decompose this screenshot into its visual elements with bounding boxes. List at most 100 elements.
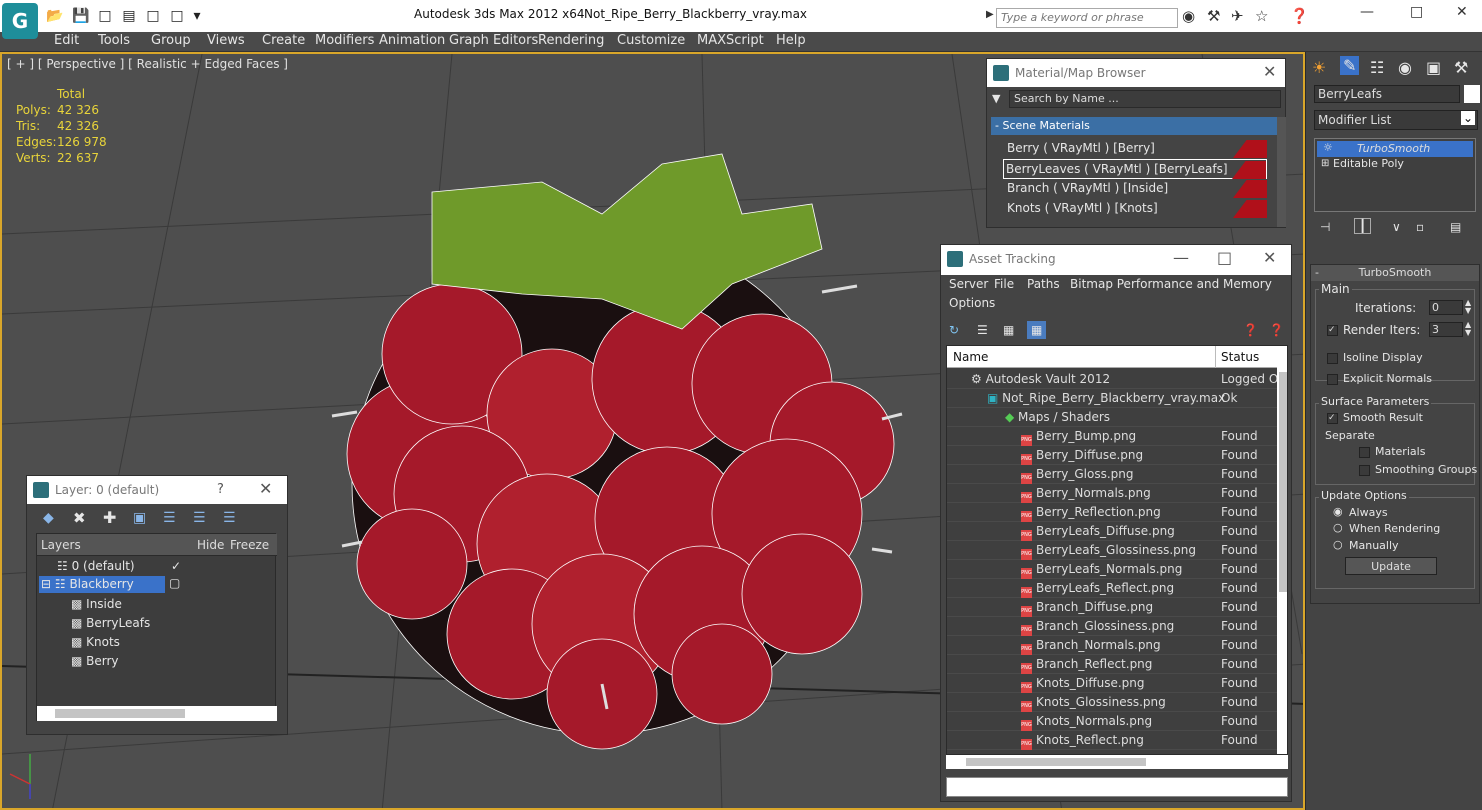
tools-icon[interactable]: ⚒: [1207, 7, 1220, 25]
configure-sets-icon[interactable]: ▤: [1450, 220, 1461, 234]
save-icon[interactable]: 💾: [72, 7, 90, 25]
menu-paths[interactable]: Paths: [1027, 277, 1060, 291]
asset-row[interactable]: ⚙ Autodesk Vault 2012 Logged O: [947, 370, 1278, 389]
communication-icon[interactable]: ✈: [1231, 7, 1244, 25]
asset-row[interactable]: PNG Branch_Diffuse.png Found: [947, 598, 1277, 617]
current-layer-icon[interactable]: ▢: [169, 576, 180, 590]
qa-dropdown-icon[interactable]: ▾: [188, 7, 206, 25]
radio-when-rendering[interactable]: ○: [1333, 521, 1343, 534]
asset-hscrollbar[interactable]: [946, 755, 1288, 769]
expand-icon[interactable]: ⊞: [1321, 158, 1329, 169]
stack-item-turbosmooth[interactable]: TurboSmooth: [1317, 141, 1473, 157]
menu-graph-editors[interactable]: Graph Editors: [449, 33, 538, 48]
rollout-header[interactable]: - TurboSmooth: [1311, 265, 1479, 281]
asset-row[interactable]: ◆ Maps / Shaders: [947, 408, 1277, 427]
fetch-icon[interactable]: □: [144, 7, 162, 25]
asset-row[interactable]: PNG BerryLeafs_Diffuse.png Found: [947, 522, 1277, 541]
smooth-result-checkbox[interactable]: ✓: [1327, 413, 1338, 424]
viewport-label[interactable]: [ + ] [ Perspective ] [ Realistic + Edge…: [7, 57, 288, 71]
display-tab-icon[interactable]: ▣: [1426, 58, 1441, 77]
create-layer-icon[interactable]: ◆: [43, 510, 54, 526]
menu-file[interactable]: File: [994, 277, 1014, 291]
minimize-icon[interactable]: —: [1360, 4, 1374, 20]
asset-row[interactable]: PNG Knots_Reflect.png Found: [947, 731, 1277, 750]
menu-group[interactable]: Group: [151, 33, 191, 48]
render-iters-checkbox[interactable]: ✓: [1327, 325, 1338, 336]
help-icon[interactable]: ❓: [1243, 323, 1258, 337]
asset-row[interactable]: PNG BerryLeafs_Normals.png Found: [947, 560, 1277, 579]
make-unique-icon[interactable]: ∨: [1392, 220, 1401, 234]
pin-stack-icon[interactable]: ⊣: [1320, 220, 1330, 234]
remove-modifier-icon[interactable]: ▫: [1416, 220, 1424, 234]
col-layers[interactable]: Layers: [41, 538, 81, 552]
asset-row[interactable]: PNG Knots_Glossiness.png Found: [947, 693, 1277, 712]
help-icon[interactable]: ?: [217, 482, 224, 497]
menu-animation[interactable]: Animation: [379, 33, 445, 48]
scene-materials-group[interactable]: - Scene Materials: [991, 117, 1277, 135]
asset-row[interactable]: ▣ Not_Ripe_Berry_Blackberry_vray.max Ok: [947, 389, 1277, 408]
object-row-berry[interactable]: ▩ Berry: [71, 654, 119, 668]
asset-row[interactable]: PNG Berry_Bump.png Found: [947, 427, 1277, 446]
help-search-input[interactable]: Type a keyword or phrase: [996, 8, 1178, 28]
menu-options[interactable]: Options: [949, 296, 995, 310]
lightbulb-icon[interactable]: ☼: [1323, 141, 1333, 154]
binoculars-icon[interactable]: ◉: [1182, 7, 1195, 25]
modify-tab-icon[interactable]: ✎: [1340, 56, 1360, 75]
create-tab-icon[interactable]: ☀: [1312, 58, 1326, 77]
menu-edit[interactable]: Edit: [54, 33, 79, 48]
layer-row-default[interactable]: ☷ 0 (default): [57, 559, 135, 573]
iterations-spinner[interactable]: 0: [1429, 300, 1463, 315]
update-button[interactable]: Update: [1345, 557, 1437, 575]
motion-tab-icon[interactable]: ◉: [1398, 58, 1412, 77]
new-icon[interactable]: □: [96, 7, 114, 25]
layer-hscrollbar[interactable]: [37, 706, 277, 721]
close-icon[interactable]: ✕: [1263, 62, 1276, 81]
refresh-icon[interactable]: ↻: [949, 323, 959, 337]
delete-layer-icon[interactable]: ✖: [73, 509, 86, 527]
close-icon[interactable]: ✕: [1456, 4, 1468, 20]
close-icon[interactable]: ✕: [1263, 248, 1276, 267]
asset-path-field[interactable]: [946, 777, 1288, 797]
asset-row[interactable]: PNG BerryLeafs_Reflect.png Found: [947, 579, 1277, 598]
object-name-input[interactable]: BerryLeafs: [1314, 85, 1460, 103]
asset-tracking-titlebar[interactable]: Asset Tracking — □ ✕: [941, 245, 1291, 275]
hierarchy-tab-icon[interactable]: ☷: [1370, 58, 1384, 77]
menu-bitmap-performance[interactable]: Bitmap Performance and Memory: [1070, 277, 1272, 291]
spinner-arrows-icon[interactable]: ▲ ▼: [1465, 299, 1471, 315]
layer-panel-titlebar[interactable]: Layer: 0 (default) ? ✕: [27, 476, 287, 504]
checkmark-icon[interactable]: ✓: [171, 559, 181, 573]
material-search-input[interactable]: Search by Name ...: [1009, 90, 1281, 108]
object-row-knots[interactable]: ▩ Knots: [71, 635, 120, 649]
explicit-normals-checkbox[interactable]: [1327, 374, 1338, 385]
menu-help[interactable]: Help: [776, 33, 806, 48]
search-expand-icon[interactable]: ▶: [986, 9, 994, 20]
materials-checkbox[interactable]: [1359, 447, 1370, 458]
menu-modifiers[interactable]: Modifiers: [315, 33, 374, 48]
close-icon[interactable]: ✕: [259, 479, 272, 498]
object-row-inside[interactable]: ▩ Inside: [71, 597, 122, 611]
menu-views[interactable]: Views: [207, 33, 245, 48]
freeze-all-icon[interactable]: ☰: [223, 510, 236, 526]
asset-row[interactable]: PNG Branch_Reflect.png Found: [947, 655, 1277, 674]
minimize-icon[interactable]: —: [1173, 248, 1189, 267]
list-view-icon[interactable]: ☰: [977, 323, 988, 337]
col-freeze[interactable]: Freeze: [230, 538, 269, 552]
maximize-icon[interactable]: □: [1410, 4, 1423, 20]
object-color-swatch[interactable]: [1464, 85, 1480, 103]
project-icon[interactable]: □: [168, 7, 186, 25]
stack-item-editable-poly[interactable]: Editable Poly: [1333, 157, 1404, 170]
select-objects-icon[interactable]: ▣: [133, 510, 146, 526]
help-context-icon[interactable]: ❓: [1269, 323, 1284, 337]
col-name[interactable]: Name: [953, 350, 988, 364]
material-browser-titlebar[interactable]: Material/Map Browser ✕: [987, 59, 1285, 87]
radio-manually[interactable]: ○: [1333, 538, 1343, 551]
material-item-berryleaves[interactable]: BerryLeaves ( VRayMtl ) [BerryLeafs]: [1003, 159, 1267, 179]
layer-row-blackberry[interactable]: ⊟ ☷ Blackberry: [39, 576, 165, 593]
menu-rendering[interactable]: Rendering: [538, 33, 604, 48]
show-end-result-icon[interactable]: ┃: [1354, 218, 1372, 234]
asset-row[interactable]: PNG Branch_Normals.png Found: [947, 636, 1277, 655]
material-item-knots[interactable]: Knots ( VRayMtl ) [Knots]: [1005, 199, 1267, 219]
highlight-layer-icon[interactable]: ☰: [163, 510, 176, 526]
menu-tools[interactable]: Tools: [98, 33, 130, 48]
asset-row[interactable]: PNG Branch_Glossiness.png Found: [947, 617, 1277, 636]
